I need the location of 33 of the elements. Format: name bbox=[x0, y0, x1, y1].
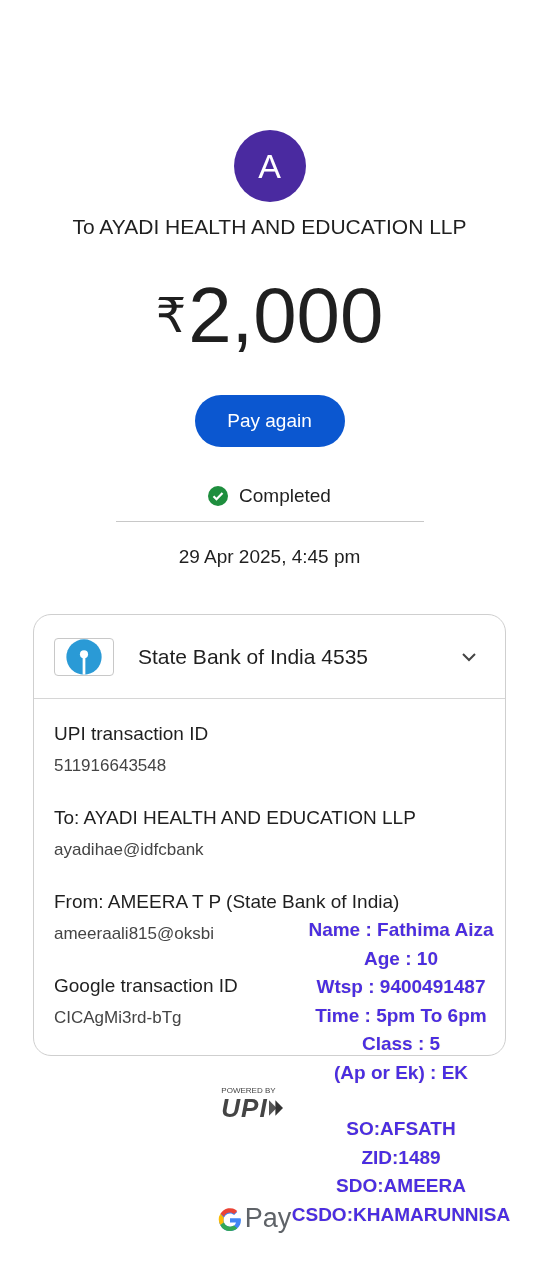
note-text: Time : 5pm To 6pm bbox=[315, 1003, 487, 1028]
avatar: A bbox=[233, 130, 306, 202]
detail-value: ameeraali815@oksbi bbox=[54, 923, 214, 945]
g-logo-icon bbox=[217, 1206, 242, 1231]
upi-logo-text: UPI bbox=[221, 1095, 268, 1121]
transaction-date: 29 Apr 2025, 4:45 pm bbox=[178, 546, 361, 568]
powered-by-text: POWERED BY bbox=[221, 1086, 276, 1095]
note-text: (Ap or Ek) : EK bbox=[333, 1060, 469, 1085]
detail-label: From: AMEERA T P (State Bank of India) bbox=[54, 890, 400, 914]
note-text: SDO:AMEERA bbox=[336, 1174, 466, 1198]
note-text: ZID:1489 bbox=[361, 1145, 441, 1170]
pay-again-button[interactable]: Pay again bbox=[194, 395, 345, 447]
bank-account-name: State Bank of India 4535 bbox=[138, 644, 369, 669]
currency-symbol: ₹ bbox=[155, 288, 187, 343]
detail-label: Google transaction ID bbox=[54, 974, 238, 998]
amount-value: 2,000 bbox=[188, 269, 384, 361]
detail-label: To: AYADI HEALTH AND EDUCATION LLP bbox=[54, 806, 416, 830]
detail-value: 511916643548 bbox=[54, 755, 167, 777]
pay-logo-text: Pay bbox=[244, 1203, 292, 1234]
detail-label: UPI transaction ID bbox=[54, 722, 209, 746]
note-text: Class : 5 bbox=[361, 1032, 441, 1056]
chevron-icon[interactable] bbox=[461, 651, 477, 662]
note-text: SO:AFSATH bbox=[346, 1117, 456, 1141]
payee-name: To AYADI HEALTH AND EDUCATION LLP bbox=[72, 215, 467, 239]
arrow-icon bbox=[268, 1100, 283, 1116]
detail-value: CICAgMi3rd-bTg bbox=[54, 1007, 182, 1029]
status-text: Completed bbox=[239, 485, 331, 507]
bank-logo-icon bbox=[65, 637, 103, 676]
note-text: Wtsp : 9400491487 bbox=[316, 975, 486, 999]
detail-value: ayadihae@idfcbank bbox=[54, 839, 204, 861]
note-text: Name : Fathima Aiza bbox=[308, 918, 494, 942]
note-text: CSDO:KHAMARUNNISA bbox=[291, 1202, 511, 1227]
note-text: Age : 10 bbox=[364, 946, 438, 971]
